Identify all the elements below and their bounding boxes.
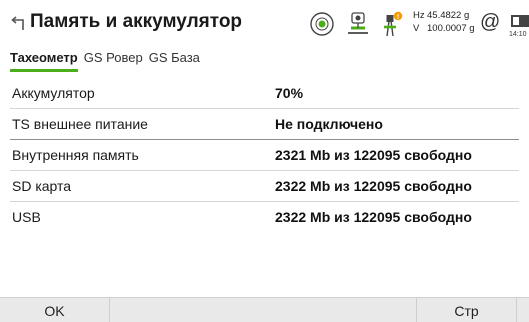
row-sd-card: SD карта 2322 Mb из 122095 свободно bbox=[10, 171, 519, 202]
clock-time: 14:10 bbox=[509, 31, 527, 38]
external-power-value: Не подключено bbox=[275, 116, 383, 132]
page-button[interactable]: Стр bbox=[416, 298, 517, 322]
level-bubble-icon[interactable] bbox=[308, 11, 336, 37]
tab-total-station[interactable]: Тахеометр bbox=[10, 50, 78, 72]
usb-value: 2322 Mb из 122095 свободно bbox=[275, 209, 472, 225]
v-value: 100.0007 g bbox=[427, 23, 475, 34]
sd-card-label: SD карта bbox=[12, 178, 72, 194]
internal-memory-value: 2321 Mb из 122095 свободно bbox=[275, 147, 472, 163]
battery-value: 70% bbox=[275, 85, 304, 101]
hz-label: Hz bbox=[413, 10, 425, 21]
internal-memory-label: Внутренняя память bbox=[12, 147, 139, 163]
hz-value: 45.4822 g bbox=[427, 10, 470, 21]
battery-label: Аккумулятор bbox=[12, 85, 95, 101]
usb-label: USB bbox=[12, 209, 41, 225]
row-internal-memory: Внутренняя память 2321 Mb из 122095 своб… bbox=[10, 140, 519, 171]
svg-text:!: ! bbox=[397, 14, 399, 21]
row-external-power: TS внешнее питание Не подключено bbox=[10, 109, 519, 140]
row-usb: USB 2322 Mb из 122095 свободно bbox=[10, 202, 519, 233]
tab-gs-base[interactable]: GS База bbox=[149, 50, 200, 72]
title-bar: Память и аккумулятор ! Hz 45.4822 g V 100.… bbox=[0, 0, 529, 46]
info-list: Аккумулятор 70% TS внешнее питание Не по… bbox=[0, 78, 529, 233]
tab-gs-rover[interactable]: GS Ровер bbox=[84, 50, 143, 72]
back-arrow-icon[interactable] bbox=[10, 14, 26, 32]
ok-button[interactable]: OK bbox=[0, 298, 110, 322]
at-sign-icon[interactable]: @ bbox=[480, 11, 500, 34]
tab-bar: Тахеометр GS Ровер GS База bbox=[10, 50, 200, 72]
prism-warning-icon[interactable]: ! bbox=[378, 11, 404, 37]
sd-card-value: 2322 Mb из 122095 свободно bbox=[275, 178, 472, 194]
instrument-station-icon[interactable] bbox=[344, 11, 372, 37]
v-label: V bbox=[413, 23, 420, 34]
softkey-bar: OK Стр bbox=[0, 297, 529, 322]
page-title: Память и аккумулятор bbox=[30, 11, 243, 32]
external-power-label: TS внешнее питание bbox=[12, 116, 148, 132]
row-battery: Аккумулятор 70% bbox=[10, 78, 519, 109]
